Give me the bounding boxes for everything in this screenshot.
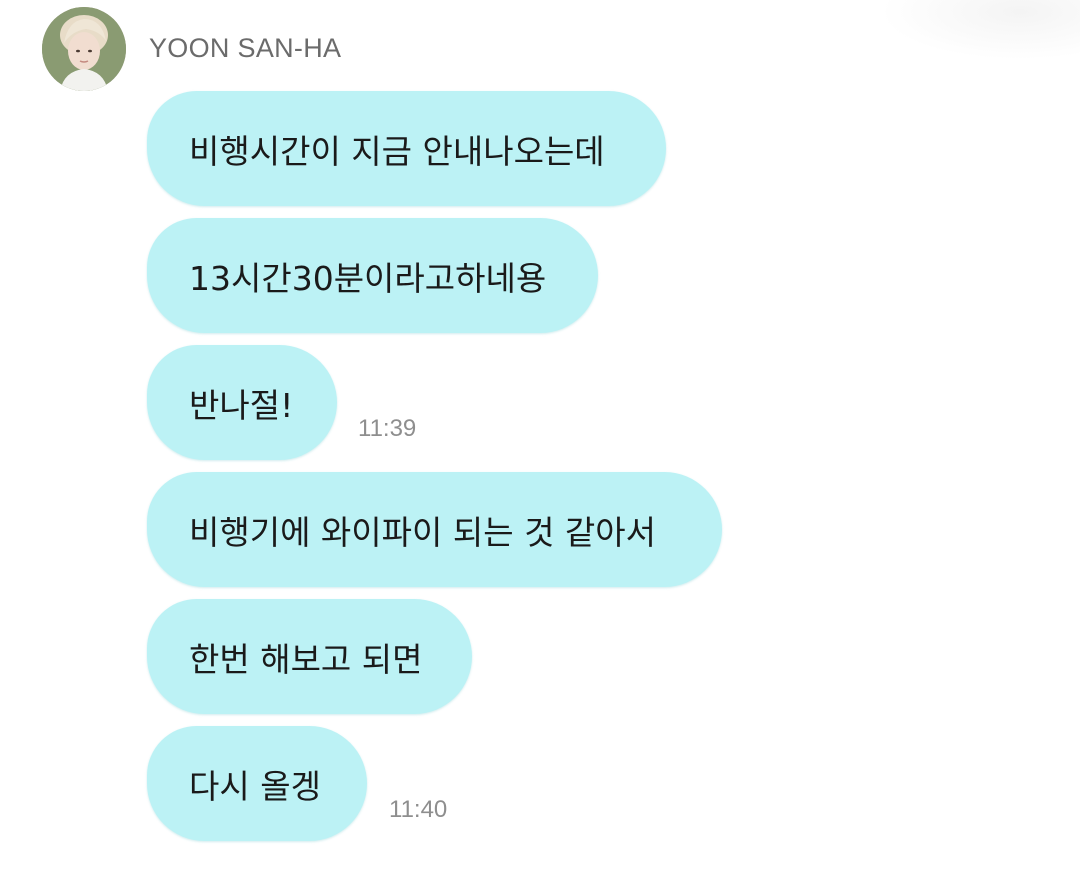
- message-bubble[interactable]: 반나절!: [147, 345, 337, 460]
- message-text: 비행시간이 지금 안내나오는데: [189, 131, 605, 171]
- message-text: 비행기에 와이파이 되는 것 같아서: [189, 512, 656, 552]
- message-text: 한번 해보고 되면: [189, 639, 423, 679]
- message-text: 13시간30분이라고하네용: [189, 258, 547, 298]
- message-text: 다시 올겡: [189, 766, 321, 806]
- message-bubble[interactable]: 비행시간이 지금 안내나오는데: [147, 91, 666, 206]
- message-bubble[interactable]: 한번 해보고 되면: [147, 599, 472, 714]
- profile-photo-icon: [42, 7, 126, 91]
- message-timestamp: 11:39: [358, 415, 417, 442]
- message-bubble[interactable]: 비행기에 와이파이 되는 것 같아서: [147, 472, 722, 587]
- message-timestamp: 11:40: [389, 796, 448, 823]
- message-bubble[interactable]: 13시간30분이라고하네용: [147, 218, 598, 333]
- message-text: 반나절!: [189, 385, 294, 425]
- avatar[interactable]: [42, 7, 126, 91]
- sender-name: YOON SAN-HA: [149, 33, 342, 63]
- background-corner-shade: [880, 0, 1080, 60]
- message-bubble[interactable]: 다시 올겡: [147, 726, 367, 841]
